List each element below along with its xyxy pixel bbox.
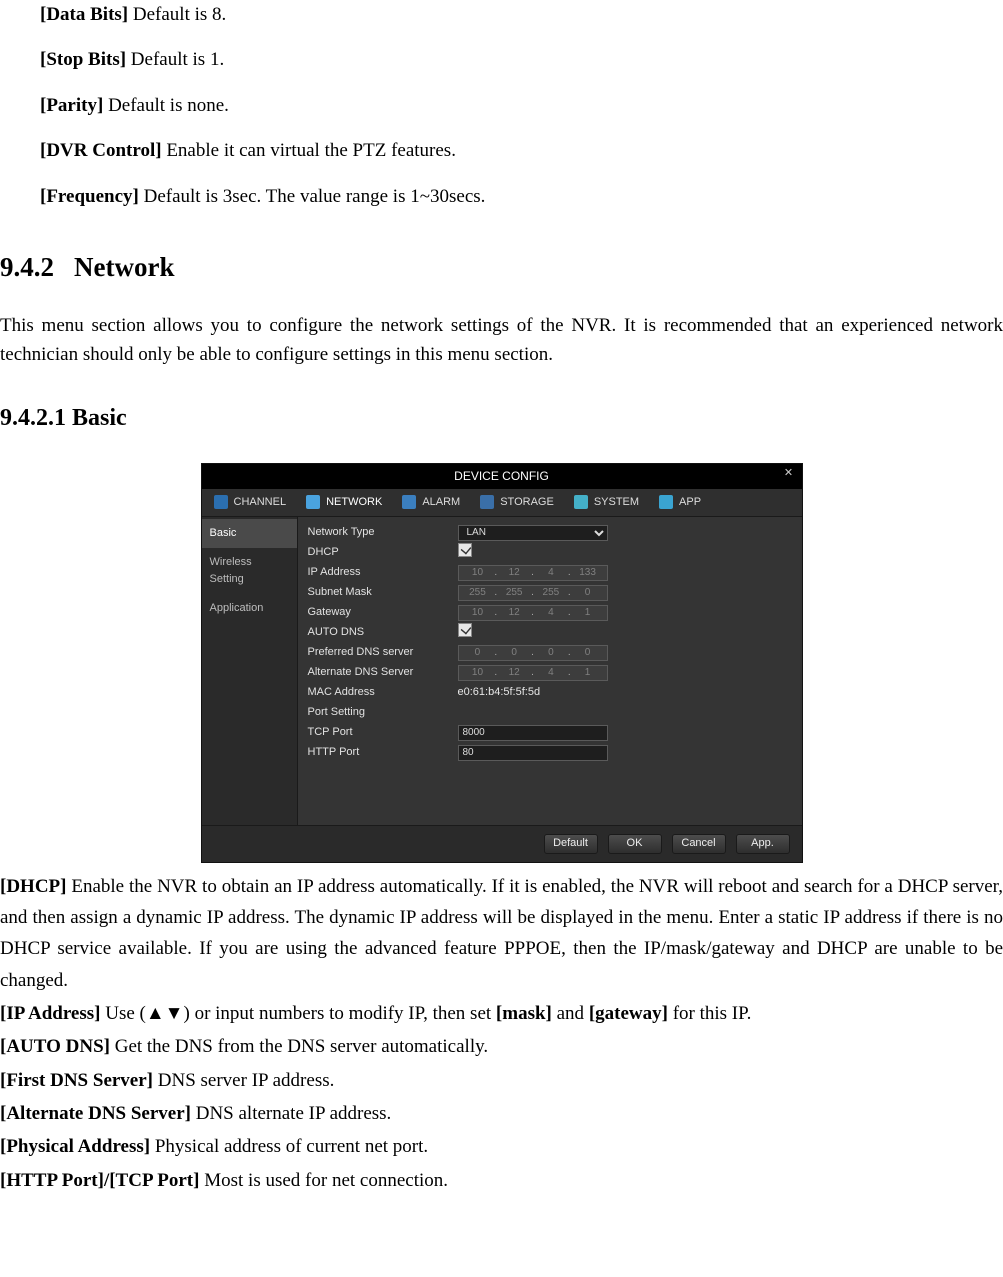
- input-preferred-dns[interactable]: 0.0.0.0: [458, 645, 608, 661]
- ok-button[interactable]: OK: [608, 834, 662, 854]
- dialog-footer: Default OK Cancel App.: [202, 825, 802, 862]
- param-label: [Parity]: [40, 95, 103, 116]
- def-physical-address: [Physical Address] Physical address of c…: [0, 1131, 1003, 1162]
- def-desc: Most is used for net connection.: [199, 1170, 448, 1191]
- label-mac-address: MAC Address: [308, 684, 458, 701]
- def-dhcp: [DHCP] Enable the NVR to obtain an IP ad…: [0, 871, 1003, 996]
- checkbox-dhcp[interactable]: [458, 543, 472, 557]
- value-mac-address: e0:61:b4:5f:5f:5d: [458, 686, 541, 698]
- label-preferred-dns: Preferred DNS server: [308, 644, 458, 661]
- tab-channel[interactable]: CHANNEL: [204, 489, 297, 516]
- tab-app[interactable]: APP: [649, 489, 711, 516]
- tab-network[interactable]: NETWORK: [296, 489, 392, 516]
- tab-label: STORAGE: [500, 494, 554, 511]
- tab-label: NETWORK: [326, 494, 382, 511]
- label-http-port: HTTP Port: [308, 744, 458, 761]
- param-parity: [Parity] Default is none.: [40, 91, 1003, 120]
- tab-alarm[interactable]: ALARM: [392, 489, 470, 516]
- input-gateway[interactable]: 10.12.4.1: [458, 605, 608, 621]
- network-icon: [306, 495, 320, 509]
- sidebar: Basic Wireless Setting Application: [202, 517, 298, 825]
- alarm-icon: [402, 495, 416, 509]
- tab-storage[interactable]: STORAGE: [470, 489, 564, 516]
- tab-label: SYSTEM: [594, 494, 639, 511]
- section-heading-network: 9.4.2Network: [0, 247, 1003, 289]
- main-tabs: CHANNEL NETWORK ALARM STORAGE SYSTEM APP: [202, 489, 802, 517]
- def-desc: Get the DNS from the DNS server automati…: [110, 1036, 488, 1057]
- label-tcp-port: TCP Port: [308, 724, 458, 741]
- def-desc: Enable the NVR to obtain an IP address a…: [0, 876, 1003, 991]
- sidebar-item-wireless[interactable]: Wireless Setting: [202, 548, 297, 594]
- section-number: 9.4.2: [0, 247, 74, 289]
- label-network-type: Network Type: [308, 524, 458, 541]
- section-title: Network: [74, 252, 174, 282]
- select-network-type[interactable]: LAN: [458, 525, 608, 541]
- subsection-heading-basic: 9.4.2.1 Basic: [0, 400, 1003, 437]
- param-stop-bits: [Stop Bits] Default is 1.: [40, 45, 1003, 74]
- def-ip-address: [IP Address] Use (▲▼) or input numbers t…: [0, 998, 1003, 1029]
- def-label: [HTTP Port]/[TCP Port]: [0, 1170, 199, 1191]
- def-label: [IP Address]: [0, 1003, 100, 1024]
- def-desc: DNS alternate IP address.: [191, 1103, 391, 1124]
- param-desc: Default is 3sec. The value range is 1~30…: [139, 186, 486, 207]
- param-label: [Frequency]: [40, 186, 139, 207]
- def-first-dns: [First DNS Server] DNS server IP address…: [0, 1065, 1003, 1096]
- sidebar-item-application[interactable]: Application: [202, 594, 297, 623]
- input-subnet-mask[interactable]: 255.255.255.0: [458, 585, 608, 601]
- close-icon[interactable]: ✕: [782, 466, 796, 480]
- default-button[interactable]: Default: [544, 834, 598, 854]
- input-http-port[interactable]: [458, 745, 608, 761]
- def-label: [Physical Address]: [0, 1136, 150, 1157]
- input-alternate-dns[interactable]: 10.12.4.1: [458, 665, 608, 681]
- tab-label: ALARM: [422, 494, 460, 511]
- window-titlebar: DEVICE CONFIG ✕: [202, 464, 802, 489]
- param-label: [Stop Bits]: [40, 49, 126, 70]
- label-alternate-dns: Alternate DNS Server: [308, 664, 458, 681]
- def-label: [AUTO DNS]: [0, 1036, 110, 1057]
- label-ip-address: IP Address: [308, 564, 458, 581]
- param-desc: Default is 8.: [128, 4, 226, 25]
- param-dvr-control: [DVR Control] Enable it can virtual the …: [40, 136, 1003, 165]
- system-icon: [574, 495, 588, 509]
- input-tcp-port[interactable]: [458, 725, 608, 741]
- cancel-button[interactable]: Cancel: [672, 834, 726, 854]
- arrows-icon: ▲▼: [146, 1003, 184, 1024]
- input-ip-address[interactable]: 10.12.4.133: [458, 565, 608, 581]
- app-button[interactable]: App.: [736, 834, 790, 854]
- param-frequency: [Frequency] Default is 3sec. The value r…: [40, 182, 1003, 211]
- channel-icon: [214, 495, 228, 509]
- device-config-window: DEVICE CONFIG ✕ CHANNEL NETWORK ALARM ST…: [201, 463, 803, 863]
- def-label: [Alternate DNS Server]: [0, 1103, 191, 1124]
- def-alternate-dns: [Alternate DNS Server] DNS alternate IP …: [0, 1098, 1003, 1129]
- window-title: DEVICE CONFIG: [454, 469, 549, 483]
- label-auto-dns: AUTO DNS: [308, 624, 458, 641]
- label-dhcp: DHCP: [308, 544, 458, 561]
- checkbox-auto-dns[interactable]: [458, 623, 472, 637]
- sidebar-item-basic[interactable]: Basic: [202, 519, 297, 548]
- def-http-tcp-port: [HTTP Port]/[TCP Port] Most is used for …: [0, 1165, 1003, 1196]
- network-basic-form: Network Type LAN DHCP IP Address 10.12.4…: [298, 517, 802, 825]
- storage-icon: [480, 495, 494, 509]
- param-desc: Default is 1.: [126, 49, 224, 70]
- def-auto-dns: [AUTO DNS] Get the DNS from the DNS serv…: [0, 1031, 1003, 1062]
- label-port-setting: Port Setting: [308, 704, 458, 721]
- def-desc: Physical address of current net port.: [150, 1136, 428, 1157]
- section-para: This menu section allows you to configur…: [0, 311, 1003, 370]
- tab-label: CHANNEL: [234, 494, 287, 511]
- tab-label: APP: [679, 494, 701, 511]
- param-label: [Data Bits]: [40, 4, 128, 25]
- param-desc: Default is none.: [103, 95, 229, 116]
- app-icon: [659, 495, 673, 509]
- def-label: [First DNS Server]: [0, 1070, 153, 1091]
- param-desc: Enable it can virtual the PTZ features.: [162, 140, 456, 161]
- param-data-bits: [Data Bits] Default is 8.: [40, 0, 1003, 29]
- label-subnet-mask: Subnet Mask: [308, 584, 458, 601]
- param-label: [DVR Control]: [40, 140, 162, 161]
- def-label: [DHCP]: [0, 876, 66, 897]
- tab-system[interactable]: SYSTEM: [564, 489, 649, 516]
- label-gateway: Gateway: [308, 604, 458, 621]
- def-desc: DNS server IP address.: [153, 1070, 334, 1091]
